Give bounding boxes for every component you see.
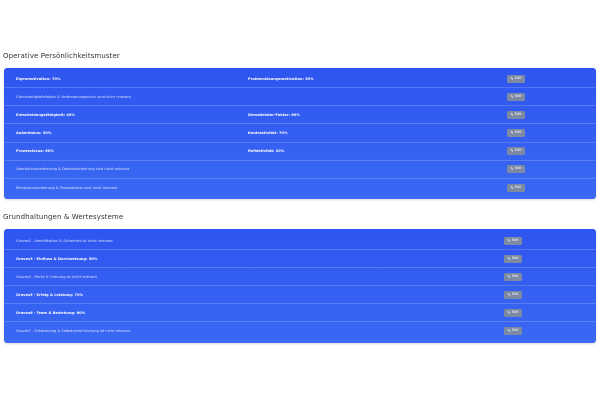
table-row: Personenorientierung & Prozessfokus sind…	[4, 179, 596, 197]
edit-button[interactable]: ✎ Edit	[504, 308, 522, 317]
row-label: Personenorientierung & Prozessfokus sind…	[16, 185, 118, 190]
row-label: Prozessfocus: 60%	[16, 149, 54, 154]
edit-button-label: Edit	[514, 93, 522, 98]
row-label: Gleichzeitigkeitsfaktor & Veränderungsdr…	[16, 94, 131, 99]
edit-button-label: Edit	[514, 112, 522, 117]
pencil-icon: ✎	[510, 184, 514, 190]
pencil-icon: ✎	[510, 75, 514, 81]
row-secondary-label: Problemlösungsmotivation: 30%	[248, 76, 314, 81]
table-row: Graves3 - Einfluss & Durchsetzung: 50% ✎ E…	[4, 250, 596, 268]
edit-button[interactable]: ✎ Edit	[507, 74, 525, 83]
edit-button[interactable]: ✎ Edit	[507, 147, 525, 156]
edit-button-label: Edit	[511, 255, 519, 260]
row-label: Entscheidungsfähigkeit: 40%	[16, 112, 75, 117]
pencil-icon: ✎	[507, 237, 511, 243]
table-row: Prozessfocus: 60% Reflektivität: 20% ✎ Edit	[4, 143, 596, 161]
edit-button[interactable]: ✎ Edit	[504, 236, 522, 245]
edit-button-label: Edit	[514, 148, 522, 153]
edit-button-label: Edit	[511, 309, 519, 314]
edit-button[interactable]: ✎ Edit	[504, 327, 522, 335]
row-secondary-label: Dienstleister-Faktor: 60%	[248, 112, 300, 117]
table-row: Überblicksorientierung & Detailorientier…	[4, 161, 596, 179]
pencil-icon: ✎	[510, 93, 514, 99]
pencil-icon: ✎	[507, 309, 511, 315]
table-row: Graves2 - Identifikation & Sicherheit is…	[4, 232, 596, 250]
row-label: Außenfokus: 30%	[16, 130, 52, 135]
edit-button[interactable]: ✎ Edit	[507, 110, 525, 119]
edit-button[interactable]: ✎ Edit	[507, 183, 525, 192]
edit-button[interactable]: ✎ Edit	[504, 272, 522, 281]
section-title-personality: Operative Persönlichkeitsmuster	[3, 52, 120, 60]
table-row: Entscheidungsfähigkeit: 40% Dienstleister…	[4, 106, 596, 125]
edit-button[interactable]: ✎ Edit	[507, 165, 525, 174]
edit-button-label: Edit	[511, 273, 519, 278]
pencil-icon: ✎	[507, 328, 511, 333]
edit-button-label: Edit	[514, 185, 522, 190]
row-label: Graves4 - Recht & Ordnung ist nicht rele…	[16, 274, 97, 279]
edit-button-label: Edit	[514, 75, 522, 80]
row-label: Graves7 - Entwicklung & Selbstverwirklic…	[16, 329, 131, 333]
edit-button-label: Edit	[511, 328, 519, 333]
edit-button-label: Edit	[514, 130, 522, 135]
table-row: Graves4 - Recht & Ordnung ist nicht rele…	[4, 268, 596, 286]
personality-panel: Eigenmotivation: 70% Problemlösungsmotiva…	[4, 68, 596, 199]
edit-button[interactable]: ✎ Edit	[507, 92, 525, 101]
row-label: Überblicksorientierung & Detailorientier…	[16, 167, 130, 172]
pencil-icon: ✎	[510, 111, 514, 117]
pencil-icon: ✎	[510, 129, 514, 135]
row-label: Graves6 - Team & Beziehung: 60%	[16, 310, 86, 315]
values-panel: Graves2 - Identifikation & Sicherheit is…	[4, 229, 596, 343]
edit-button-label: Edit	[511, 237, 519, 242]
pencil-icon: ✎	[507, 291, 511, 297]
row-label: Graves3 - Einfluss & Durchsetzung: 50%	[16, 256, 98, 261]
table-row: Graves6 - Team & Beziehung: 60% ✎ Edit	[4, 304, 596, 322]
edit-button-label: Edit	[514, 166, 522, 171]
pencil-icon: ✎	[510, 148, 514, 154]
table-row: Eigenmotivation: 70% Problemlösungsmotiva…	[4, 70, 596, 89]
pencil-icon: ✎	[507, 273, 511, 279]
edit-button[interactable]: ✎ Edit	[504, 254, 522, 263]
row-label: Eigenmotivation: 70%	[16, 76, 61, 81]
edit-button[interactable]: ✎ Edit	[504, 290, 522, 299]
section-title-values: Grundhaltungen & Wertesysteme	[3, 213, 124, 221]
pencil-icon: ✎	[510, 166, 514, 172]
table-row: Graves7 - Entwicklung & Selbstverwirklic…	[4, 322, 596, 340]
row-label: Graves2 - Identifikation & Sicherheit is…	[16, 238, 113, 243]
table-row: Gleichzeitigkeitsfaktor & Veränderungsdr…	[4, 88, 596, 107]
table-row: Graves5 - Erfolg & Leistung: 70% ✎ Edit	[4, 286, 596, 304]
row-secondary-label: Kontrastivität: 70%	[248, 130, 288, 135]
edit-button[interactable]: ✎ Edit	[507, 128, 525, 137]
row-label: Graves5 - Erfolg & Leistung: 70%	[16, 292, 84, 297]
row-secondary-label: Reflektivität: 20%	[248, 149, 285, 154]
table-row: Außenfokus: 30% Kontrastivität: 70% ✎ Edit	[4, 124, 596, 143]
pencil-icon: ✎	[507, 255, 511, 261]
edit-button-label: Edit	[511, 291, 519, 296]
